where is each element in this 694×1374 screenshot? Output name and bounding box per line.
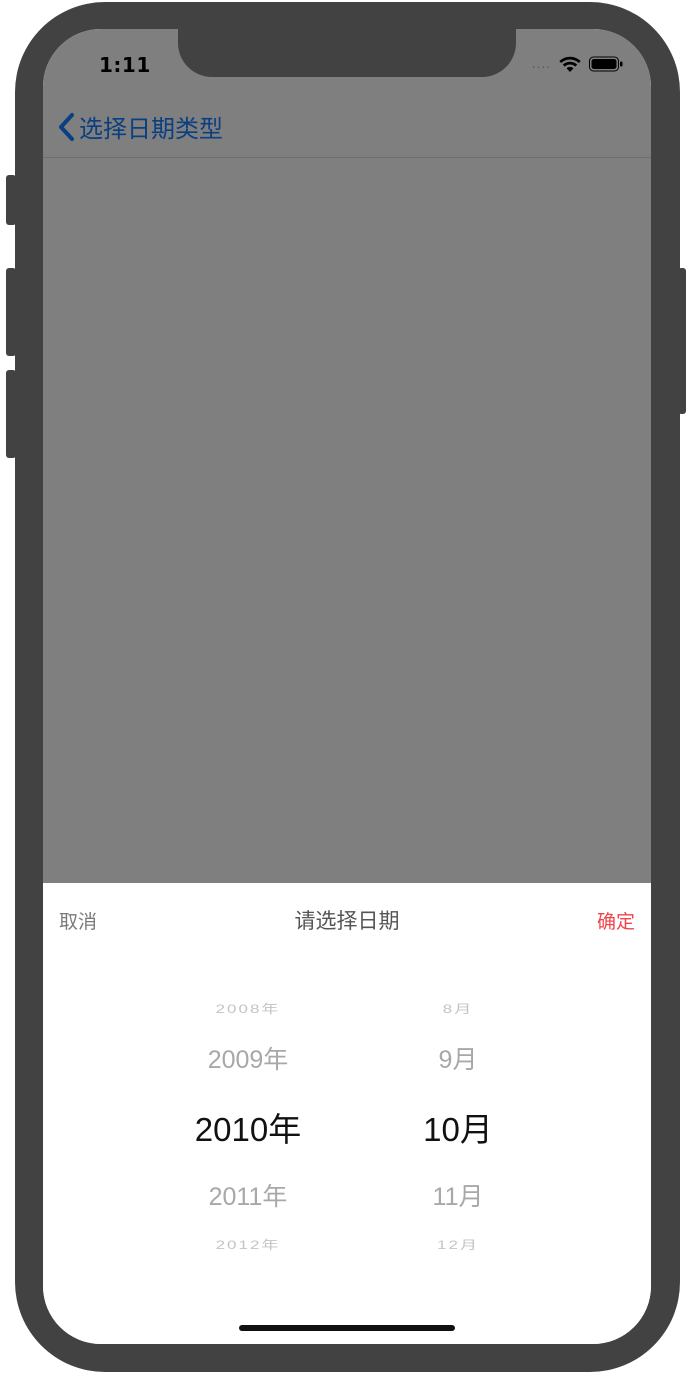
wifi-icon xyxy=(559,56,581,72)
cellular-signal: .... xyxy=(531,57,551,71)
month-row[interactable]: 9月 xyxy=(383,1040,533,1076)
dimmed-overlay[interactable]: 1:11 .... 选择日期类型 xyxy=(43,29,651,883)
month-picker-column[interactable]: 8月 9月 10月 11月 12月 xyxy=(383,983,533,1263)
year-row[interactable]: 2009年 xyxy=(143,1040,353,1076)
navigation-bar: 选择日期类型 xyxy=(43,99,651,158)
status-icons: .... xyxy=(532,53,623,75)
phone-screen: 1:11 .... 选择日期类型 取消 请选择日期 确定 2008年 2009年… xyxy=(43,29,651,1344)
device-volume-down xyxy=(6,370,16,458)
sheet-header: 取消 请选择日期 确定 xyxy=(43,883,651,955)
month-row[interactable]: 12月 xyxy=(383,1235,533,1253)
year-row[interactable]: 2012年 xyxy=(143,1235,353,1253)
status-time: 1:11 xyxy=(99,53,151,77)
confirm-button[interactable]: 确定 xyxy=(597,907,635,934)
year-row[interactable]: 2011年 xyxy=(143,1177,353,1213)
month-row[interactable]: 11月 xyxy=(383,1177,533,1213)
month-row-selected[interactable]: 10月 xyxy=(383,1103,533,1151)
home-indicator[interactable] xyxy=(239,1325,455,1331)
year-picker-column[interactable]: 2008年 2009年 2010年 2011年 2012年 xyxy=(143,983,353,1263)
device-power-button xyxy=(678,268,686,414)
back-label: 选择日期类型 xyxy=(79,115,223,143)
device-mute-switch xyxy=(6,175,16,225)
chevron-left-icon xyxy=(59,112,74,141)
battery-icon xyxy=(589,56,623,72)
sheet-title: 请选择日期 xyxy=(294,909,400,933)
year-row[interactable]: 2008年 xyxy=(143,999,353,1017)
device-volume-up xyxy=(6,268,16,356)
year-row-selected[interactable]: 2010年 xyxy=(143,1103,353,1151)
date-picker-sheet: 取消 请选择日期 确定 2008年 2009年 2010年 2011年 2012… xyxy=(43,883,651,1344)
month-row[interactable]: 8月 xyxy=(383,999,533,1017)
back-button[interactable]: 选择日期类型 xyxy=(57,109,223,144)
notch xyxy=(178,29,516,77)
